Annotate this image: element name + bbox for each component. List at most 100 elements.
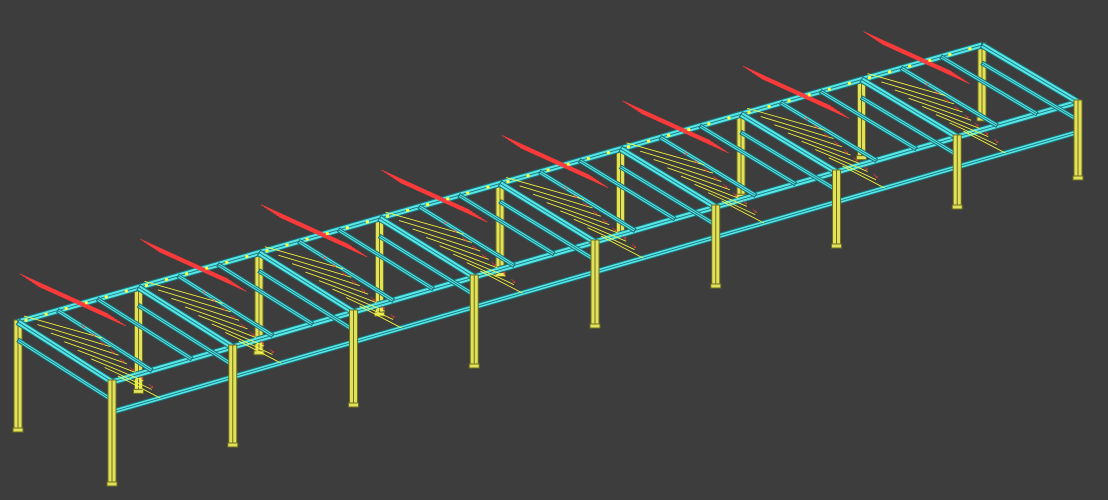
load-arrow-marker: ↘ (592, 209, 598, 217)
load-arrow-marker: ↘ (380, 304, 386, 312)
beam-cross-4[interactable] (377, 214, 477, 281)
load-node-marker (546, 168, 550, 172)
load-arrow-marker: ↘ (803, 114, 809, 122)
load-node-marker (245, 254, 249, 259)
load-arrow-marker: ↘ (823, 131, 829, 139)
load-arrow-marker: ↘ (491, 260, 497, 268)
load-node-marker (948, 52, 952, 57)
load-arrow-marker: ↘ (611, 225, 617, 233)
load-arrow-marker: ↘ (259, 338, 265, 346)
load-node-marker (908, 64, 912, 68)
beam-cross-1[interactable] (15, 318, 115, 386)
load-arrow-marker: ↘ (683, 149, 689, 157)
load-arrow-marker: ↘ (963, 112, 969, 120)
load-node-marker (225, 260, 229, 264)
load-arrow-marker: ↘ (331, 261, 337, 269)
load-arrow-marker: ↘ (80, 322, 86, 330)
load-arrow-marker: ↘ (692, 157, 698, 165)
load-node-marker (265, 249, 269, 253)
load-arrow-marker: ↘ (853, 156, 859, 164)
load-node-marker (667, 133, 671, 137)
load-node-marker (365, 220, 370, 224)
load-node-marker (305, 237, 309, 241)
load-node-marker (385, 214, 390, 218)
load-node-marker (827, 87, 831, 91)
load-arrow-marker: ↘ (712, 174, 718, 182)
load-node-marker (44, 312, 48, 316)
load-arrow-marker: ↘ (350, 278, 356, 286)
load-arrow-marker: ↘ (562, 184, 568, 192)
load-arrow-marker: ↘ (442, 218, 448, 226)
load-arrow-marker: ↘ (249, 330, 255, 338)
load-arrow-marker: ↘ (742, 199, 748, 207)
load-node-marker (606, 151, 611, 155)
load-node-marker (164, 278, 169, 282)
load-node-marker (566, 162, 570, 166)
load-arrow-marker: ↘ (390, 312, 396, 320)
column-base-plate (227, 442, 239, 448)
beam-cross-6[interactable] (618, 145, 719, 211)
column-front-8[interactable] (951, 134, 963, 210)
column-base-plate (589, 323, 601, 329)
column-back-5[interactable] (494, 181, 506, 277)
load-node-marker (727, 116, 731, 120)
load-arrow-marker: ↘ (230, 313, 236, 321)
load-arrow-marker: ↘ (321, 253, 327, 261)
load-arrow-marker: ↘ (90, 331, 96, 339)
load-node-marker (486, 185, 490, 189)
load-node-marker (807, 93, 811, 97)
load-node-marker (446, 197, 450, 201)
beam-center-line (17, 321, 113, 383)
load-node-marker (847, 81, 852, 85)
beam-cross-3[interactable] (256, 249, 356, 316)
load-arrow-marker: ↘ (510, 277, 516, 285)
load-arrow-marker: ↘ (752, 207, 758, 215)
load-arrow-marker: ↘ (481, 252, 487, 260)
beam-cross-2[interactable] (136, 284, 236, 351)
column-back-1[interactable] (12, 319, 24, 433)
column-front-7[interactable] (831, 169, 842, 249)
load-node-marker (405, 208, 410, 212)
load-arrow-marker: ↘ (621, 234, 627, 242)
load-arrow-marker: ↘ (500, 269, 506, 277)
load-arrow-marker: ↘ (109, 348, 115, 356)
load-node-marker (646, 139, 651, 143)
load-arrow-marker: ↘ (722, 182, 728, 190)
load-arrow-marker: ↘ (873, 172, 879, 180)
load-node-marker (466, 191, 470, 195)
load-arrow-marker: ↘ (631, 242, 637, 250)
column-base-plate (710, 283, 722, 289)
column-front-4[interactable] (468, 274, 480, 369)
load-arrow-marker: ↘ (220, 304, 226, 312)
column-front-9[interactable] (1072, 99, 1084, 181)
load-node-marker (767, 104, 771, 109)
load-node-marker (24, 318, 28, 322)
load-node-marker (887, 70, 892, 74)
load-node-marker (526, 174, 530, 178)
load-arrow-marker: ↘ (973, 121, 979, 129)
column-base-plate (348, 402, 359, 408)
load-node-marker (345, 226, 349, 230)
load-arrow-marker: ↘ (269, 347, 275, 355)
3d-model-viewport[interactable]: ↘ ↘ ↘ ↘ ↘ ↘ ↘ ↘ ↘ ↘ ↘ ↘ ↘ ↘ ↘ ↘ ↘ ↘ ↘ ↘ ↘ ↘ ↘ ↘ ↘ ↘ ↘ ↘ ↘ ↘ ↘ ↘ ↘ ↘ ↘ ↘ ↘ ↘ ↘ ↘… (0, 0, 1108, 500)
load-node-marker (124, 289, 129, 293)
column-front-6[interactable] (710, 204, 722, 289)
load-node-marker (64, 306, 68, 311)
steel-frame-model[interactable]: ↘↘↘↘↘↘↘↘↘↘↘↘↘↘↘↘↘↘↘↘↘↘↘↘↘↘↘↘↘↘↘↘↘↘↘↘↘↘↘↘… (0, 0, 1108, 500)
column-front-2[interactable] (227, 344, 239, 448)
load-arrow-marker: ↘ (129, 365, 135, 373)
column-front-5[interactable] (589, 239, 601, 329)
load-node-marker (787, 99, 791, 103)
load-node-marker (928, 58, 932, 62)
load-arrow-marker: ↘ (983, 129, 989, 137)
column-front-3[interactable] (348, 309, 359, 408)
load-node-marker (747, 110, 751, 114)
load-node-marker (707, 122, 711, 126)
column-front-1[interactable] (106, 379, 118, 487)
load-arrow-marker: ↘ (933, 88, 939, 96)
column-base-plate (12, 427, 24, 433)
load-arrow-marker: ↘ (924, 80, 930, 88)
load-node-marker (84, 301, 88, 305)
load-arrow-marker: ↘ (843, 147, 849, 155)
beam-cross-5[interactable] (497, 180, 598, 246)
